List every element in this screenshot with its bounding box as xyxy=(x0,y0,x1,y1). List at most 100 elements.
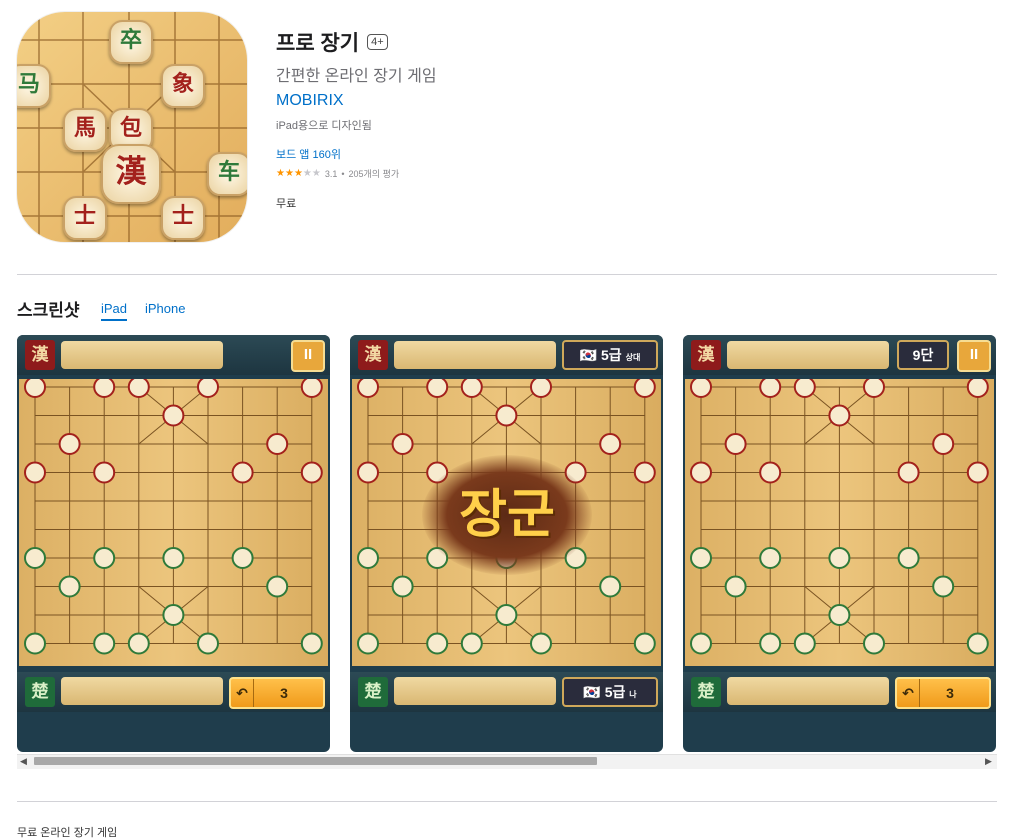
game-board xyxy=(685,376,994,666)
player-level-badge: 🇰🇷 5급 나 xyxy=(562,677,658,707)
undo-count: 3 xyxy=(946,685,954,701)
board-piece xyxy=(391,433,414,455)
opponent-level: 5급 xyxy=(601,347,622,363)
game-board xyxy=(19,376,328,666)
board-piece xyxy=(863,632,885,655)
board-piece xyxy=(793,376,816,398)
board-piece xyxy=(300,376,323,398)
board-piece xyxy=(426,376,449,398)
undo-icon: ↶ xyxy=(897,679,920,707)
app-title: 프로 장기 xyxy=(276,32,360,55)
tab-iphone[interactable]: iPhone xyxy=(145,301,185,316)
undo-icon: ↶ xyxy=(231,679,254,707)
board-piece xyxy=(759,461,782,484)
board-piece xyxy=(197,376,219,398)
cho-side-badge: 楚 xyxy=(691,677,721,707)
board-piece xyxy=(828,404,851,427)
board-piece xyxy=(231,461,254,484)
check-overlay: 장군 xyxy=(422,455,592,575)
board-piece xyxy=(391,575,414,598)
board-piece xyxy=(24,376,46,398)
board-piece xyxy=(897,547,920,569)
tab-ipad[interactable]: iPad xyxy=(101,301,128,321)
icon-piece: 士 xyxy=(161,196,205,240)
board-piece xyxy=(300,461,323,484)
board-piece xyxy=(93,632,116,655)
board-piece xyxy=(357,632,379,655)
board-piece xyxy=(724,575,747,598)
star-icon: ★ xyxy=(284,168,294,179)
cho-side-badge: 楚 xyxy=(358,677,388,707)
scroll-thumb[interactable] xyxy=(34,757,597,765)
icon-piece: 卒 xyxy=(109,20,153,64)
undo-count: 3 xyxy=(280,685,288,701)
scroll-left-icon[interactable]: ◀ xyxy=(20,756,27,767)
app-title-row: 프로 장기 4+ xyxy=(276,27,388,57)
chart-rank-link[interactable]: 보드 앱 160위 xyxy=(276,146,341,162)
han-side-badge: 漢 xyxy=(25,340,55,370)
board-piece xyxy=(690,376,712,398)
board-piece xyxy=(724,433,747,455)
rating-stars: ★★★★★ xyxy=(276,168,321,179)
pause-button: II xyxy=(957,340,991,372)
board-piece xyxy=(863,376,885,398)
board-piece xyxy=(58,433,81,455)
star-icon: ★ xyxy=(276,168,285,179)
board-piece xyxy=(690,547,712,569)
board-piece xyxy=(530,376,552,398)
board-piece xyxy=(24,547,46,569)
divider xyxy=(17,801,997,802)
scroll-right-icon[interactable]: ▶ xyxy=(985,756,992,767)
designed-for-label: iPad용으로 디자인됨 xyxy=(276,120,372,132)
opponent-caption: 상대 xyxy=(625,353,641,362)
screenshot-2[interactable]: 漢 🇰🇷 5급 상대 장군 楚 🇰🇷 5급 나 xyxy=(350,335,663,752)
screenshot-3[interactable]: 漢 9단 II 楚 ↶ 3 xyxy=(683,335,996,752)
captured-tray xyxy=(394,677,556,705)
board-piece xyxy=(357,547,379,569)
undo-button: ↶ 3 xyxy=(895,677,991,709)
player-caption: 나 xyxy=(629,690,637,699)
korea-flag-icon: 🇰🇷 xyxy=(583,684,601,700)
board-piece xyxy=(300,632,323,655)
board-piece xyxy=(58,575,81,598)
pause-button: II xyxy=(291,340,325,372)
board-piece xyxy=(460,632,483,655)
app-subtitle: 간편한 온라인 장기 게임 xyxy=(276,68,437,85)
age-rating-badge: 4+ xyxy=(367,34,388,50)
board-piece xyxy=(633,461,656,484)
board-piece xyxy=(966,632,989,655)
icon-piece: 车 xyxy=(207,152,247,196)
icon-piece: 士 xyxy=(63,196,107,240)
section-title: 스크린샷 xyxy=(17,301,80,320)
board-piece xyxy=(633,376,656,398)
board-piece xyxy=(127,376,150,398)
board-piece xyxy=(793,632,816,655)
board-piece xyxy=(828,604,851,626)
board-piece xyxy=(599,575,622,598)
screenshot-1[interactable]: 漢 II 楚 ↶ 3 xyxy=(17,335,330,752)
icon-piece: 象 xyxy=(161,64,205,108)
captured-tray xyxy=(394,341,556,369)
board-piece xyxy=(162,404,185,427)
board-piece xyxy=(127,632,150,655)
board-piece xyxy=(599,433,622,455)
board-piece xyxy=(690,461,712,484)
board-piece xyxy=(759,376,782,398)
developer-link[interactable]: MOBIRIX xyxy=(276,92,344,110)
icon-piece: 漢 xyxy=(101,144,161,204)
app-description: 무료 온라인 장기 게임 xyxy=(17,827,118,839)
board-grid xyxy=(24,376,323,655)
player-level: 5급 xyxy=(604,684,626,700)
board-piece xyxy=(162,547,185,569)
icon-piece: 馬 xyxy=(63,108,107,152)
board-grid xyxy=(690,376,989,655)
board-piece xyxy=(495,404,518,427)
board-piece xyxy=(759,547,782,569)
board-piece xyxy=(690,632,712,655)
captured-tray xyxy=(727,677,889,705)
board-piece xyxy=(357,376,379,398)
opponent-level-badge: 🇰🇷 5급 상대 xyxy=(562,340,658,370)
captured-tray xyxy=(61,341,223,369)
han-side-badge: 漢 xyxy=(691,340,721,370)
board-piece xyxy=(357,461,379,484)
